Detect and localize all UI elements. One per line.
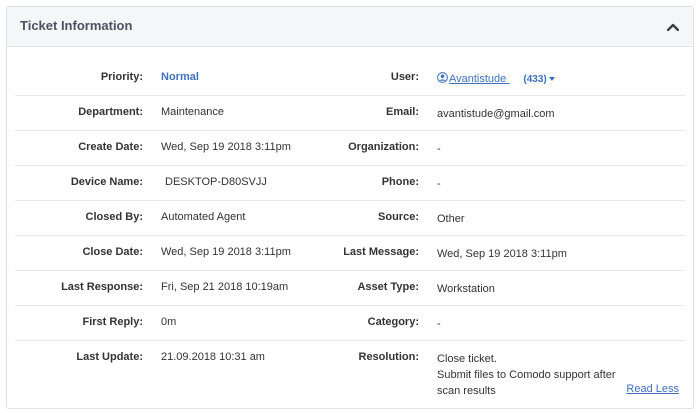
organization-label: Organization: xyxy=(348,141,419,153)
category-value: - xyxy=(437,318,441,330)
closed-by-label: Closed By: xyxy=(85,211,143,223)
user-label: User: xyxy=(390,71,419,83)
field-row: Priority: Normal User: Avantistude (433) xyxy=(15,61,685,96)
caret-down-icon xyxy=(548,77,555,81)
phone-label: Phone: xyxy=(381,176,419,188)
field-row: Close Date: Wed, Sep 19 2018 3:11pm Last… xyxy=(15,236,685,271)
organization-value: - xyxy=(437,143,441,155)
field-row: Create Date: Wed, Sep 19 2018 3:11pm Org… xyxy=(15,131,685,166)
panel-title: Ticket Information xyxy=(20,18,133,33)
resolution-label: Resolution: xyxy=(358,351,420,363)
ticket-fields: Priority: Normal User: Avantistude (433)… xyxy=(7,61,693,401)
field-row: Closed By: Automated Agent Source: Other xyxy=(15,201,685,236)
email-value: avantistude@gmail.com xyxy=(437,108,555,120)
last-message-value: Wed, Sep 19 2018 3:11pm xyxy=(437,248,567,260)
user-circle-icon xyxy=(437,72,448,83)
field-row: Department: Maintenance Email: avantistu… xyxy=(15,96,685,131)
chevron-up-icon xyxy=(667,23,679,31)
user-link[interactable]: Avantistude xyxy=(437,72,509,85)
field-row: First Reply: 0m Category: - xyxy=(15,306,685,341)
close-date-label: Close Date: xyxy=(82,246,143,258)
ticket-information-panel: Ticket Information Priority: Normal User… xyxy=(6,6,694,409)
asset-type-value: Workstation xyxy=(437,283,495,295)
device-name-label: Device Name: xyxy=(70,176,143,188)
panel-header: Ticket Information xyxy=(7,7,693,47)
read-less-link[interactable]: Read Less xyxy=(626,383,679,395)
user-value: Avantistude (433) xyxy=(437,71,637,88)
source-label: Source: xyxy=(378,211,419,223)
last-message-label: Last Message: xyxy=(343,246,419,258)
source-value: Other xyxy=(437,213,465,225)
priority-label: Priority: xyxy=(100,71,143,83)
last-response-label: Last Response: xyxy=(61,281,143,293)
phone-value: - xyxy=(437,178,441,190)
resolution-line: Close ticket. xyxy=(437,353,497,365)
resolution-value: Close ticket. Submit files to Comodo sup… xyxy=(437,351,637,399)
create-date-label: Create Date: xyxy=(78,141,143,153)
department-label: Department: xyxy=(78,106,143,118)
asset-type-label: Asset Type: xyxy=(357,281,419,293)
resolution-line: scan results xyxy=(437,385,496,397)
resolution-line: Submit files to Comodo support after xyxy=(437,369,616,381)
field-row: Last Update: 21.09.2018 10:31 am Resolut… xyxy=(15,341,685,401)
first-reply-label: First Reply: xyxy=(82,316,143,328)
category-label: Category: xyxy=(367,316,419,328)
user-ticket-count[interactable]: (433) xyxy=(523,74,555,85)
field-row: Last Response: Fri, Sep 21 2018 10:19am … xyxy=(15,271,685,306)
collapse-button[interactable] xyxy=(663,17,683,37)
last-update-label: Last Update: xyxy=(76,351,143,363)
field-row: Device Name: DESKTOP-D80SVJJ Phone: - xyxy=(15,166,685,201)
user-count-text: (433) xyxy=(523,74,547,85)
email-label: Email: xyxy=(385,106,419,118)
user-name: Avantistude xyxy=(449,73,507,85)
